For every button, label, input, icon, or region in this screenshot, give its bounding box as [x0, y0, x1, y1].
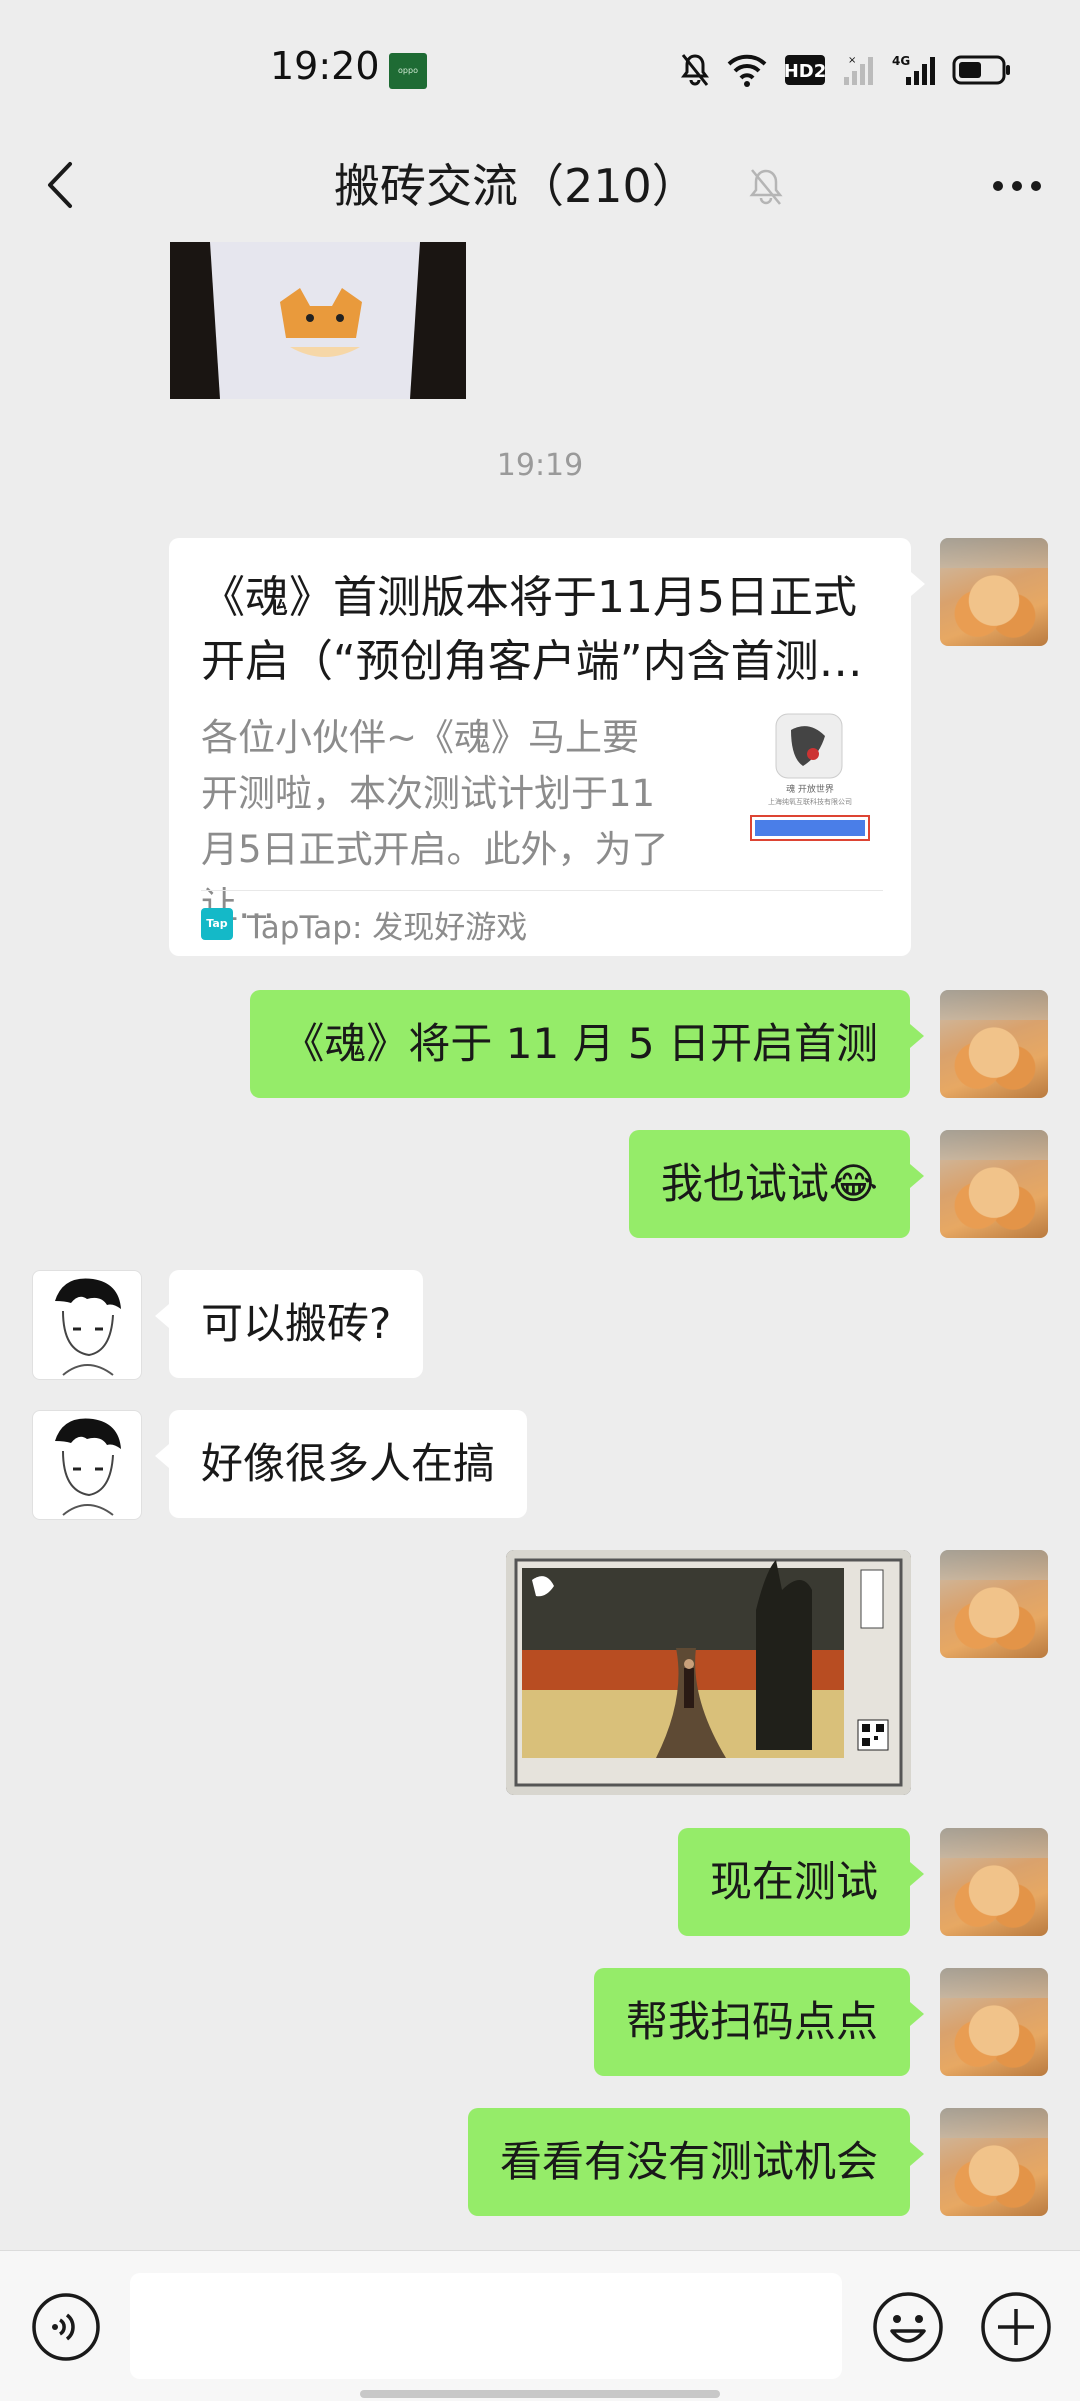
avatar[interactable] — [32, 1270, 142, 1380]
shared-image[interactable] — [170, 242, 466, 399]
chevron-left-icon — [48, 162, 72, 208]
shared-image[interactable] — [506, 1550, 911, 1795]
message-timestamp: 19:19 — [496, 448, 584, 483]
plus-icon — [981, 2292, 1051, 2362]
avatar[interactable] — [32, 1410, 142, 1520]
message-bubble[interactable]: 帮我扫码点点 — [593, 1968, 925, 2076]
card-divider — [201, 890, 883, 891]
voice-icon — [32, 2293, 100, 2361]
page-title[interactable]: 搬砖交流（210） — [334, 146, 698, 226]
dog-shirt-photo — [170, 242, 466, 399]
home-indicator[interactable] — [360, 2390, 720, 2398]
wifi-icon — [727, 54, 767, 87]
card-source: Tap TapTap: 发现好游戏 — [201, 902, 527, 946]
back-button[interactable] — [28, 150, 98, 220]
battery-icon — [952, 55, 1010, 85]
sketch-avatar — [55, 1418, 121, 1516]
avatar[interactable] — [940, 1828, 1048, 1936]
more-button[interactable] — [982, 156, 1052, 216]
chat-header: 搬砖交流（210） — [0, 130, 1080, 242]
message-bubble[interactable]: 可以搬砖? — [154, 1270, 424, 1378]
status-time: 19:20 — [270, 44, 380, 88]
more-dots-icon — [993, 181, 1041, 191]
status-bar: 19:20 oppo HD2 × 4G — [0, 0, 1080, 130]
sketch-avatar — [55, 1278, 121, 1376]
message-bubble[interactable]: 《魂》将于 11 月 5 日开启首测 — [250, 990, 924, 1098]
message-bubble[interactable]: 好像很多人在搞 — [154, 1410, 528, 1518]
avatar[interactable] — [940, 538, 1048, 646]
carrier-logo: oppo — [389, 53, 427, 89]
emoji-button[interactable] — [870, 2289, 946, 2365]
avatar[interactable] — [940, 1130, 1048, 1238]
signal-icon: × — [844, 55, 873, 85]
avatar[interactable] — [940, 1968, 1048, 2076]
avatar[interactable] — [940, 2108, 1048, 2216]
bell-off-icon — [749, 169, 783, 205]
message-bubble[interactable]: 我也试试😂 — [628, 1130, 925, 1238]
card-description: 各位小伙伴~《魂》马上要开测啦，本次测试计划于11月5日正式开启。此外，为了让… — [201, 716, 669, 927]
title-area: 搬砖交流（210） — [334, 146, 786, 226]
card-source-label: TapTap: 发现好游戏 — [247, 909, 528, 946]
svg-text:×: × — [848, 55, 856, 66]
message-input[interactable] — [130, 2273, 842, 2379]
input-bar — [0, 2250, 1080, 2401]
signal-4g-icon: 4G — [892, 54, 935, 85]
emoji-icon — [873, 2292, 943, 2362]
svg-text:上海纯氧互联科技有限公司: 上海纯氧互联科技有限公司 — [768, 797, 852, 806]
shared-article-card[interactable]: 《魂》首测版本将于11月5日正式开启（“预创角客户端”内含首测… 各位小伙伴~《… — [169, 538, 925, 956]
avatar[interactable] — [940, 990, 1048, 1098]
game-screenshot — [506, 1550, 911, 1795]
voice-button[interactable] — [30, 2291, 102, 2363]
bell-off-icon — [681, 54, 709, 86]
card-thumbnail: 魂 开放世界 上海纯氧互联科技有限公司 — [739, 710, 881, 846]
more-actions-button[interactable] — [978, 2289, 1054, 2365]
taptap-logo-icon: Tap — [201, 908, 233, 940]
status-icons: HD2 × 4G — [680, 48, 1012, 92]
svg-text:魂 开放世界: 魂 开放世界 — [786, 783, 834, 795]
svg-text:HD2: HD2 — [784, 61, 826, 82]
svg-text:4G: 4G — [892, 54, 910, 68]
hd-icon: HD2 — [784, 55, 826, 85]
avatar[interactable] — [940, 1550, 1048, 1658]
message-bubble[interactable]: 现在测试 — [677, 1828, 925, 1936]
message-bubble[interactable]: 看看有没有测试机会 — [467, 2108, 925, 2216]
card-title: 《魂》首测版本将于11月5日正式开启（“预创角客户端”内含首测… — [201, 572, 863, 687]
